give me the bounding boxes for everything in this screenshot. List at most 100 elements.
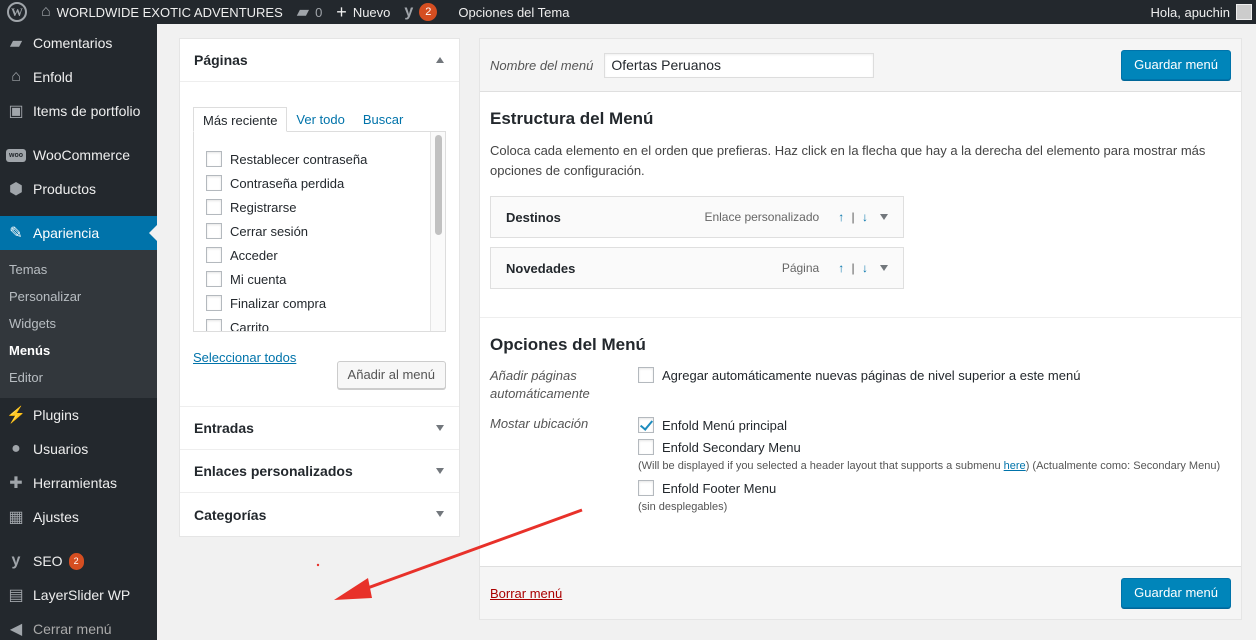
posts-section-header[interactable]: Entradas	[180, 407, 459, 450]
account-menu[interactable]: Hola, apuchin	[1144, 0, 1256, 24]
users-icon: ●	[11, 440, 21, 457]
custom-links-section-header[interactable]: Enlaces personalizados	[180, 450, 459, 493]
location-label: Mostar ubicación	[490, 416, 589, 431]
section-title: Categorías	[194, 506, 267, 523]
tab-search[interactable]: Buscar	[354, 107, 412, 132]
here-link[interactable]: here	[1004, 460, 1026, 472]
list-item[interactable]: Registrarse	[194, 195, 445, 219]
expand-item-icon[interactable]	[880, 214, 888, 220]
pages-checklist: Restablecer contraseña Contraseña perdid…	[193, 131, 446, 332]
submenu-menus[interactable]: Menús	[0, 337, 157, 364]
pages-tabs: Más reciente Ver todo Buscar	[193, 107, 446, 132]
menu-name-label: Nombre del menú	[490, 57, 594, 73]
select-all-link[interactable]: Seleccionar todos	[193, 350, 296, 365]
sidebar-item-herramientas[interactable]: ✚ Herramientas	[0, 466, 157, 500]
add-menu-items-panel: Páginas Más reciente Ver todo Buscar Res…	[179, 38, 460, 537]
greeting: Hola, apuchin	[1150, 4, 1231, 20]
page-checkbox[interactable]	[206, 295, 222, 311]
list-item[interactable]: Carrito	[194, 315, 445, 332]
wordpress-icon: W	[7, 2, 27, 22]
page-checkbox[interactable]	[206, 151, 222, 167]
secondary-menu-note: (Will be displayed if you selected a hea…	[638, 457, 1230, 476]
primary-menu-checkbox[interactable]	[638, 417, 654, 433]
checklist-scrollbar[interactable]	[430, 132, 445, 331]
list-item[interactable]: Cerrar sesión	[194, 219, 445, 243]
sidebar-item-label: Productos	[33, 181, 97, 197]
admin-bar: W ⌂ WORLDWIDE EXOTIC ADVENTURES ▰ 0 + Nu…	[0, 0, 1256, 24]
sidebar-item-usuarios[interactable]: ● Usuarios	[0, 432, 157, 466]
new-content-link[interactable]: + Nuevo	[329, 0, 397, 24]
submenu-personalizar[interactable]: Personalizar	[0, 283, 157, 310]
submenu-temas[interactable]: Temas	[0, 256, 157, 283]
page-checkbox[interactable]	[206, 175, 222, 191]
wrench-icon: ✚	[9, 475, 23, 492]
submenu-editor[interactable]: Editor	[0, 364, 157, 391]
footer-menu-checkbox[interactable]	[638, 480, 654, 496]
yoast-link[interactable]: y 2	[397, 0, 444, 24]
pages-section-header[interactable]: Páginas	[180, 39, 459, 82]
scroll-thumb[interactable]	[435, 135, 442, 235]
menu-item-title: Novedades	[506, 260, 576, 276]
list-item[interactable]: Restablecer contraseña	[194, 147, 445, 171]
menu-name-input[interactable]: Ofertas Peruanos	[604, 52, 875, 78]
sidebar-item-apariencia[interactable]: ✎ Apariencia	[0, 216, 157, 250]
list-item[interactable]: Mi cuenta	[194, 267, 445, 291]
page-checkbox[interactable]	[206, 271, 222, 287]
primary-menu-label: Enfold Menú principal	[662, 417, 788, 433]
menu-header: Nombre del menú Ofertas Peruanos Guardar…	[480, 39, 1241, 92]
add-to-menu-button[interactable]: Añadir al menú	[336, 361, 446, 389]
categories-section-header[interactable]: Categorías	[180, 493, 459, 536]
sidebar-item-enfold[interactable]: ⌂ Enfold	[0, 60, 157, 94]
delete-menu-link[interactable]: Borrar menú	[490, 586, 562, 601]
page-checkbox[interactable]	[206, 247, 222, 263]
menu-item-novedades[interactable]: Novedades Página ↑ | ↓	[490, 247, 904, 289]
sidebar-item-seo[interactable]: y SEO 2	[0, 544, 157, 578]
sidebar-item-ajustes[interactable]: ▦ Ajustes	[0, 500, 157, 534]
sidebar-item-layerslider[interactable]: ▤ LayerSlider WP	[0, 578, 157, 612]
tab-view-all[interactable]: Ver todo	[287, 107, 353, 132]
layers-icon: ▤	[8, 587, 24, 604]
move-down-icon[interactable]: ↓	[862, 261, 870, 275]
expand-item-icon[interactable]	[880, 265, 888, 271]
brush-icon: ✎	[9, 225, 23, 242]
sidebar-item-comentarios[interactable]: ▰ Comentarios	[0, 26, 157, 60]
secondary-menu-label: Enfold Secondary Menu	[662, 439, 801, 455]
save-menu-button-top[interactable]: Guardar menú	[1121, 50, 1231, 80]
sidebar-item-productos[interactable]: ⬢ Productos	[0, 172, 157, 206]
move-down-icon[interactable]: ↓	[862, 210, 870, 224]
site-name: WORLDWIDE EXOTIC ADVENTURES	[56, 4, 283, 20]
page-checkbox[interactable]	[206, 319, 222, 331]
wp-logo-menu[interactable]: W	[0, 0, 34, 24]
sidebar-item-label: Apariencia	[33, 225, 100, 241]
sidebar-item-label: SEO	[33, 553, 63, 569]
locations-option: Mostar ubicación Enfold Menú principal E…	[490, 415, 1231, 517]
yoast-icon: y	[404, 3, 414, 20]
menu-item-destinos[interactable]: Destinos Enlace personalizado ↑ | ↓	[490, 196, 904, 238]
move-up-icon[interactable]: ↑	[838, 210, 846, 224]
page-label: Carrito	[230, 319, 270, 332]
sidebar-item-plugins[interactable]: ⚡ Plugins	[0, 398, 157, 432]
sidebar-item-portfolio[interactable]: ▣ Items de portfolio	[0, 94, 157, 128]
site-name-link[interactable]: ⌂ WORLDWIDE EXOTIC ADVENTURES	[34, 0, 290, 24]
page-checkbox[interactable]	[206, 199, 222, 215]
tab-most-recent[interactable]: Más reciente	[193, 107, 288, 132]
sidebar-item-label: Usuarios	[33, 441, 89, 457]
woocommerce-icon: woo	[6, 145, 26, 165]
submenu-widgets[interactable]: Widgets	[0, 310, 157, 337]
theme-options-link[interactable]: Opciones del Tema	[444, 0, 576, 24]
sidebar-item-woocommerce[interactable]: woo WooCommerce	[0, 138, 157, 172]
page-checkbox[interactable]	[206, 223, 222, 239]
save-menu-button-bottom[interactable]: Guardar menú	[1121, 578, 1231, 608]
comments-link[interactable]: ▰ 0	[290, 0, 330, 24]
theme-options-label: Opciones del Tema	[458, 4, 570, 20]
list-item[interactable]: Acceder	[194, 243, 445, 267]
auto-add-checkbox[interactable]	[638, 367, 654, 383]
move-up-icon[interactable]: ↑	[838, 261, 846, 275]
list-item[interactable]: Contraseña perdida	[194, 171, 445, 195]
admin-sidebar: ▰ Comentarios ⌂ Enfold ▣ Items de portfo…	[0, 24, 157, 640]
sidebar-collapse-button[interactable]: ◀ Cerrar menú	[0, 612, 157, 640]
arrow-separator: |	[851, 210, 857, 224]
home-icon: ⌂	[41, 3, 51, 20]
list-item[interactable]: Finalizar compra	[194, 291, 445, 315]
secondary-menu-checkbox[interactable]	[638, 439, 654, 455]
